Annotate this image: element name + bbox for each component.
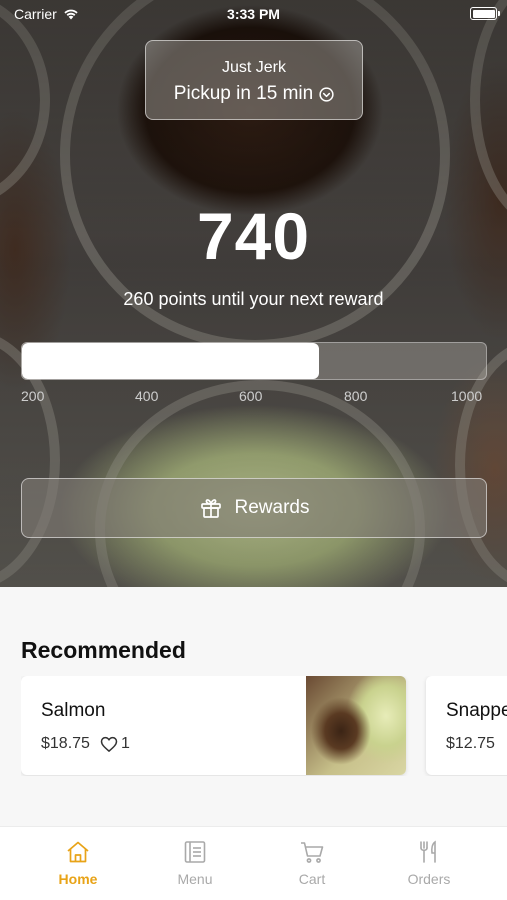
rewards-button-label: Rewards <box>234 497 310 518</box>
tab-label: Home <box>58 871 98 887</box>
home-icon <box>67 841 89 863</box>
points-until-reward: 260 points until your next reward <box>123 289 384 309</box>
item-name: Snapper <box>446 700 507 721</box>
tab-orders[interactable]: Orders <box>379 839 479 887</box>
rewards-hero: Carrier 3:33 PM Just Jerk Pickup in 15 m… <box>0 0 507 587</box>
recommended-heading: Recommended <box>21 637 186 663</box>
store-selector[interactable]: Just Jerk Pickup in 15 min <box>145 40 363 120</box>
battery-icon <box>470 7 500 20</box>
tick-label: 400 <box>135 388 159 404</box>
tab-home[interactable]: Home <box>28 839 128 887</box>
rewards-progress-bar <box>21 342 487 380</box>
gift-icon <box>200 499 221 518</box>
tick-label: 200 <box>21 388 45 404</box>
recommended-carousel[interactable]: Salmon $18.75 1 Snapper $12.75 <box>21 676 507 776</box>
tick-label: 1000 <box>451 388 483 404</box>
item-image <box>306 676 406 775</box>
pickup-time-row[interactable]: Pickup in 15 min <box>146 83 362 105</box>
bottom-tab-bar: Home Menu Cart Orders <box>0 826 507 900</box>
rewards-progress-fill <box>22 343 319 379</box>
status-bar: Carrier 3:33 PM <box>0 0 507 28</box>
recommended-card[interactable]: Snapper $12.75 <box>426 676 507 775</box>
rewards-button[interactable]: Rewards <box>21 478 487 538</box>
pickup-time-label: Pickup in 15 min <box>173 83 314 104</box>
like-count: 1 <box>120 735 130 752</box>
tab-label: Orders <box>407 871 451 887</box>
chevron-down-circle-icon <box>319 86 334 102</box>
tab-label: Cart <box>298 871 326 887</box>
recommended-card[interactable]: Salmon $18.75 1 <box>21 676 406 775</box>
item-name: Salmon <box>41 700 106 721</box>
item-price: $12.75 <box>446 735 495 752</box>
tab-label: Menu <box>177 871 213 887</box>
tab-menu[interactable]: Menu <box>145 839 245 887</box>
clock: 3:33 PM <box>227 6 280 22</box>
tick-label: 800 <box>344 388 368 404</box>
menu-icon <box>184 841 206 863</box>
fork-knife-icon <box>420 840 436 863</box>
cart-icon <box>301 842 324 863</box>
like-button[interactable]: 1 <box>100 735 130 753</box>
item-price: $18.75 <box>41 735 90 752</box>
store-name: Just Jerk <box>221 59 286 76</box>
tick-label: 600 <box>239 388 263 404</box>
points-balance: 740 <box>196 199 311 273</box>
heart-icon <box>100 736 118 752</box>
tab-cart[interactable]: Cart <box>262 839 362 887</box>
